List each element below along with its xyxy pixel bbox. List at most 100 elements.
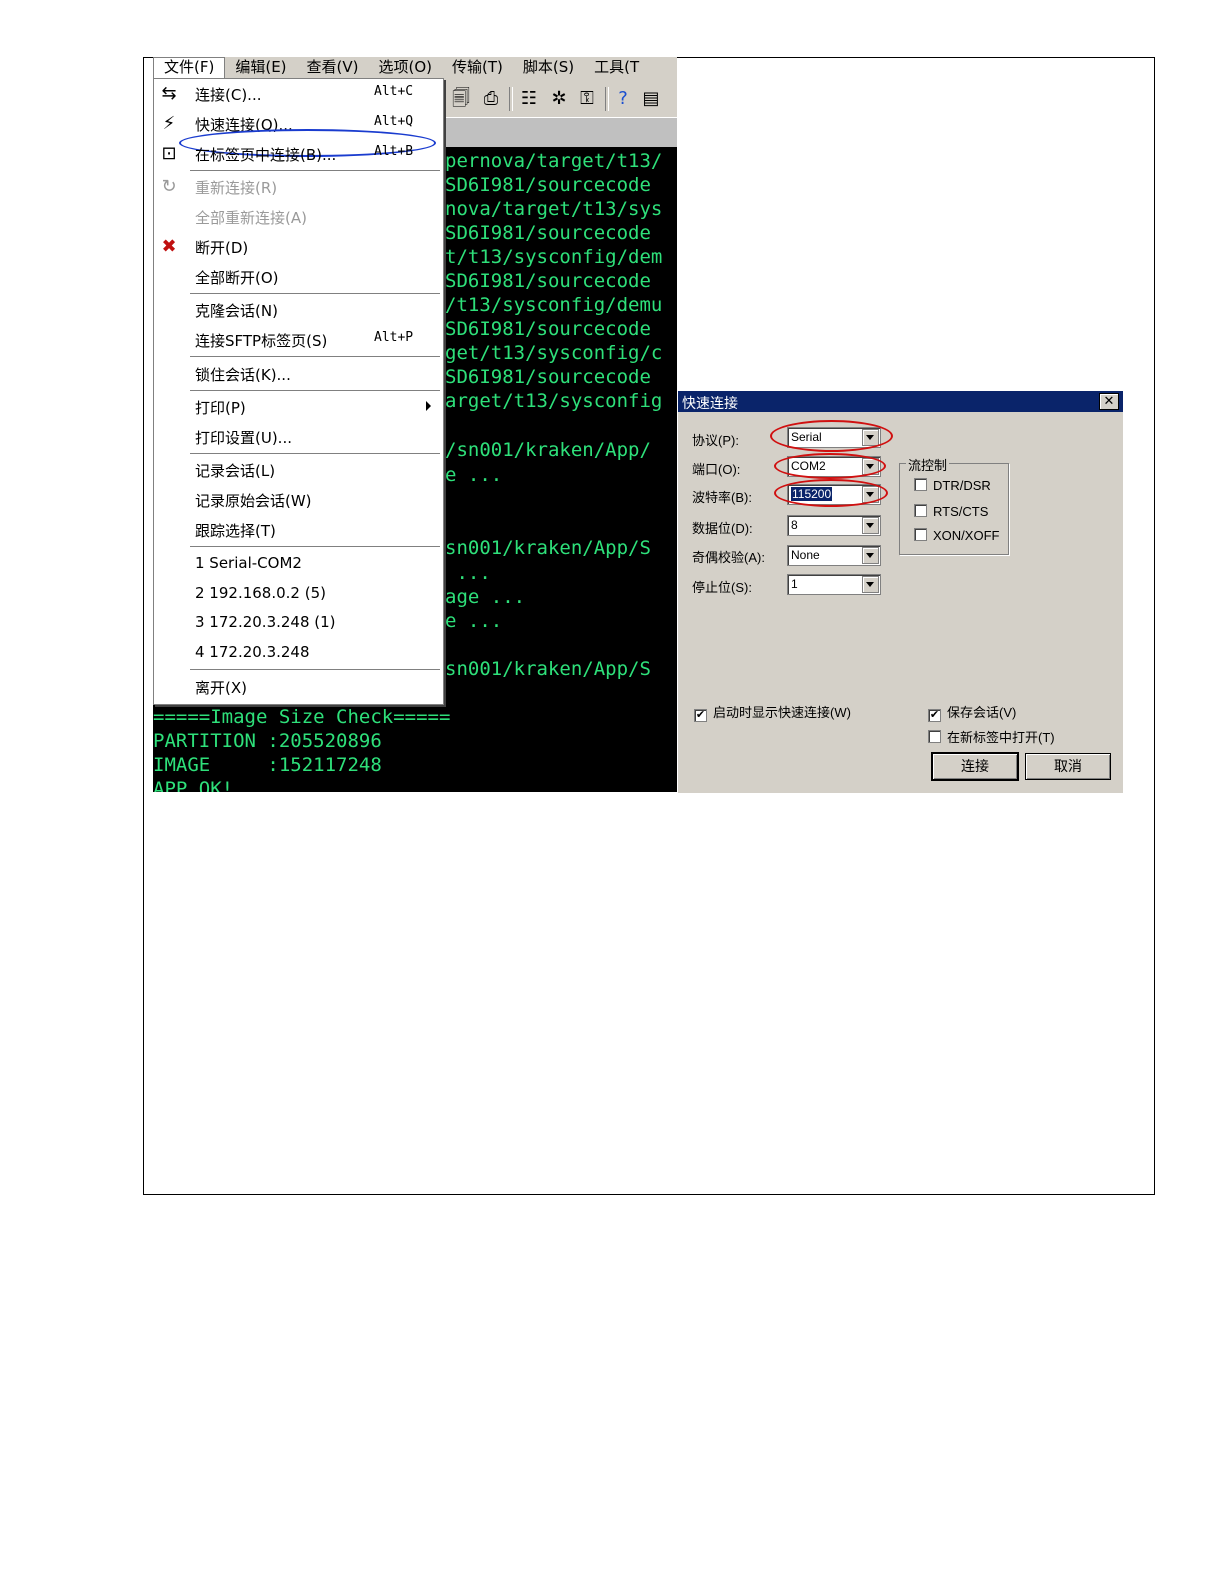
menu-separator — [190, 669, 440, 671]
menu-item-print[interactable]: 打印(P) — [154, 393, 441, 421]
port-label: 端口(O): — [692, 462, 741, 477]
chevron-down-icon[interactable] — [862, 576, 879, 593]
menu-separator — [190, 390, 440, 392]
parity-value: None — [791, 548, 820, 562]
parity-label: 奇偶校验(A): — [692, 550, 765, 565]
menu-item-label: 全部重新连接(A) — [195, 209, 307, 227]
menu-item-label: 4 172.20.3.248 — [195, 643, 310, 661]
terminal-line: sn001/kraken/App/S — [445, 658, 651, 680]
menu-script[interactable]: 脚本(S) — [513, 57, 584, 79]
menu-item-recent-session[interactable]: 2 192.168.0.2 (5) — [154, 580, 441, 608]
checkbox-box[interactable] — [914, 504, 927, 517]
menu-item-lock-session[interactable]: 锁住会话(K)... — [154, 360, 441, 388]
save-session-checkbox[interactable]: ✔ 保存会话(V) — [928, 702, 1016, 722]
checkbox-label: DTR/DSR — [933, 478, 991, 493]
check-icon[interactable]: ✔ — [694, 709, 707, 722]
menu-item-exit[interactable]: 离开(X) — [154, 673, 441, 701]
menu-item-label: 3 172.20.3.248 (1) — [195, 613, 336, 631]
menu-item-recent-session[interactable]: 3 172.20.3.248 (1) — [154, 609, 441, 637]
menu-item-recent-session[interactable]: 1 Serial-COM2 — [154, 550, 441, 578]
menu-transfer[interactable]: 传输(T) — [442, 57, 513, 79]
data-bits-label: 数据位(D): — [692, 521, 753, 536]
menu-item-label: 在标签页中连接(B)... — [195, 146, 337, 164]
checkbox-box[interactable] — [914, 528, 927, 541]
menu-item-label: 克隆会话(N) — [195, 302, 278, 320]
menu-item-recent-session[interactable]: 4 172.20.3.248 — [154, 639, 441, 667]
quick-connect-dialog: 快速连接 ✕ 协议(P): Serial 端口(O): COM2 波特率(B):… — [678, 391, 1123, 793]
checkbox-label: XON/XOFF — [933, 528, 1000, 543]
menu-item-reconnect-all[interactable]: 全部重新连接(A) — [154, 203, 441, 231]
connect-button[interactable]: 连接 — [931, 752, 1019, 781]
terminal-line: nova/target/t13/sys — [445, 198, 663, 220]
menu-edit[interactable]: 编辑(E) — [225, 57, 296, 79]
key-icon[interactable]: ⚿ — [577, 89, 597, 109]
xon-xoff-checkbox[interactable]: XON/XOFF — [914, 528, 999, 543]
show-on-startup-checkbox[interactable]: ✔ 启动时显示快速连接(W) — [694, 702, 851, 722]
disconnect-icon: ✖ — [161, 236, 177, 257]
reconnect-icon: ↻ — [161, 176, 177, 197]
terminal-line: /sn001/kraken/App/ — [445, 439, 651, 461]
open-in-tab-checkbox[interactable]: 在新标签中打开(T) — [928, 727, 1055, 746]
terminal-line: SD6I981/sourcecode — [445, 318, 651, 340]
stop-bits-select[interactable]: 1 — [787, 574, 881, 595]
menu-item-label: 1 Serial-COM2 — [195, 554, 302, 572]
checkbox-box[interactable] — [928, 730, 941, 743]
tools-icon[interactable]: ✲ — [549, 89, 569, 109]
data-bits-select[interactable]: 8 — [787, 515, 881, 536]
data-bits-value: 8 — [791, 518, 798, 532]
terminal-line: IMAGE :152117248 — [153, 754, 382, 776]
terminal-line: pernova/target/t13/ — [445, 150, 663, 172]
terminal-line: age ... — [445, 586, 526, 608]
menu-item-log-session[interactable]: 记录会话(L) — [154, 456, 441, 484]
menu-item-connect-in-tab[interactable]: ⊡ 在标签页中连接(B)... Alt+B — [154, 140, 441, 168]
sessions-icon[interactable]: 🗐 — [451, 89, 471, 109]
menu-item-label: 记录会话(L) — [195, 462, 276, 480]
properties-icon[interactable]: ☷ — [519, 89, 539, 109]
close-icon[interactable]: ✕ — [1099, 393, 1119, 410]
flow-control-label: 流控制 — [906, 455, 950, 474]
menu-item-print-setup[interactable]: 打印设置(U)... — [154, 423, 441, 451]
menu-item-clone-session[interactable]: 克隆会话(N) — [154, 296, 441, 324]
stop-bits-label: 停止位(S): — [692, 580, 752, 595]
menu-item-reconnect[interactable]: ↻ 重新连接(R) — [154, 173, 441, 201]
terminal-line: =====Image Size Check===== — [153, 706, 451, 728]
menu-item-connect[interactable]: ⇆ 连接(C)... Alt+C — [154, 80, 441, 108]
rts-cts-checkbox[interactable]: RTS/CTS — [914, 504, 988, 519]
menu-item-shortcut: Alt+P — [374, 330, 414, 345]
terminal-line: APP OK! — [153, 778, 234, 792]
menu-separator — [190, 170, 440, 172]
checkbox-box[interactable] — [914, 478, 927, 491]
menu-item-raw-log-session[interactable]: 记录原始会话(W) — [154, 486, 441, 514]
protocol-label: 协议(P): — [692, 433, 739, 448]
help-icon[interactable]: ? — [613, 89, 633, 109]
check-icon[interactable]: ✔ — [928, 709, 941, 722]
menu-item-label: 打印(P) — [195, 399, 246, 417]
menu-item-label: 重新连接(R) — [195, 179, 278, 197]
flow-control-group: 流控制 DTR/DSR RTS/CTS XON/XOFF — [899, 455, 1009, 555]
menu-item-disconnect[interactable]: ✖ 断开(D) — [154, 233, 441, 261]
menu-file[interactable]: 文件(F) — [153, 57, 226, 79]
menu-item-disconnect-all[interactable]: 全部断开(O) — [154, 263, 441, 291]
print-icon[interactable]: ⎙ — [481, 89, 501, 109]
map-icon[interactable]: ▤ — [641, 89, 661, 109]
menu-item-label: 连接SFTP标签页(S) — [195, 332, 328, 350]
toolbar: 🗐 ⎙ ☷ ✲ ⚿ ? ▤ — [441, 79, 677, 117]
baud-rate-highlight-oval — [774, 479, 888, 507]
terminal-line: SD6I981/sourcecode — [445, 270, 651, 292]
toolbar-separator — [605, 87, 609, 111]
chevron-down-icon[interactable] — [862, 547, 879, 564]
menu-options[interactable]: 选项(O) — [369, 57, 443, 79]
protocol-highlight-oval — [770, 420, 893, 452]
menu-tools[interactable]: 工具(T — [584, 57, 649, 79]
dtr-dsr-checkbox[interactable]: DTR/DSR — [914, 478, 991, 493]
menu-item-trace-options[interactable]: 跟踪选择(T) — [154, 516, 441, 544]
cancel-button[interactable]: 取消 — [1025, 753, 1111, 780]
terminal-line: sn001/kraken/App/S — [445, 537, 651, 559]
menu-view[interactable]: 查看(V) — [297, 57, 369, 79]
menu-item-label: 跟踪选择(T) — [195, 522, 276, 540]
chevron-down-icon[interactable] — [862, 517, 879, 534]
terminal-line: arget/t13/sysconfig — [445, 390, 663, 412]
menu-item-connect-sftp-tab[interactable]: 连接SFTP标签页(S) Alt+P — [154, 326, 441, 354]
submenu-arrow-icon — [426, 401, 431, 411]
parity-select[interactable]: None — [787, 545, 881, 566]
